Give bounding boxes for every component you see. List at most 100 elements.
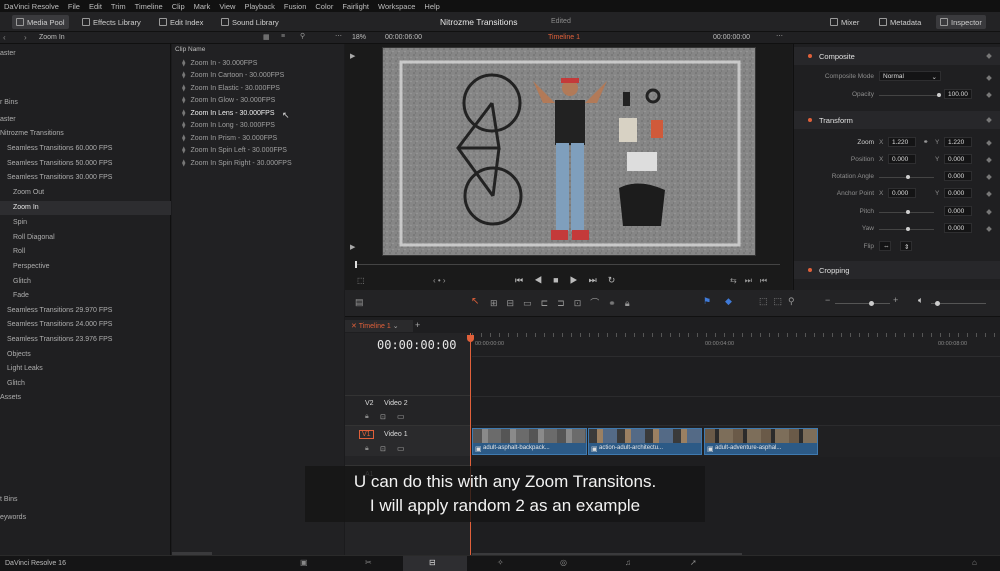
track-visibility-icon[interactable]: ▭	[397, 412, 405, 421]
bin-item[interactable]: Assets	[0, 394, 21, 401]
color-page-icon[interactable]: ◎	[560, 558, 567, 567]
composite-section-header[interactable]: Composite	[794, 47, 1000, 65]
crop-icon[interactable]: ⬚	[357, 276, 365, 285]
more-options-icon[interactable]: ⋯	[776, 32, 783, 40]
playhead-handle[interactable]	[467, 335, 474, 342]
metadata-button[interactable]: Metadata	[875, 15, 925, 29]
bin-item[interactable]: Light Leaks	[7, 365, 43, 372]
viewer-scrubber[interactable]	[355, 264, 780, 265]
timeline-tab[interactable]: ✕ Timeline 1 ⌄	[345, 320, 413, 332]
rotation-knob[interactable]	[906, 175, 910, 179]
clip-item[interactable]: ⧫ Zoom In Spin Left - 30.000FPS	[182, 146, 287, 154]
zoom-in-icon[interactable]: +	[893, 295, 898, 305]
timeline-clip[interactable]: ▣ adult-asphalt-backpack...	[472, 428, 587, 455]
pitch-field[interactable]: 0.000	[944, 206, 972, 216]
clip-item[interactable]: ⧫ Zoom In Cartoon - 30.000FPS	[182, 71, 284, 79]
search-icon[interactable]: ⚲	[300, 32, 305, 40]
inspector-button[interactable]: Inspector	[936, 15, 986, 29]
opacity-slider[interactable]	[879, 95, 939, 96]
volume-knob[interactable]	[935, 301, 940, 306]
timeline-clip[interactable]: ▣ adult-adventure-asphal...	[704, 428, 818, 455]
flag-icon[interactable]: ⚑	[703, 296, 711, 307]
zoom-x-field[interactable]: 1.220	[888, 137, 916, 147]
clip-item[interactable]: ⧫ Zoom In - 30.000FPS	[182, 59, 257, 67]
timeline-ruler[interactable]: 00:00:00:00 00:00:04:00 00:00:08:00	[472, 333, 1000, 357]
edit-page-tab[interactable]: ⊟	[403, 556, 467, 571]
bin-item-selected[interactable]: Zoom In	[0, 201, 171, 215]
marker-icon[interactable]: ◆	[725, 296, 732, 307]
chevron-right-icon[interactable]: ›	[24, 33, 27, 42]
add-timeline-icon[interactable]: +	[415, 320, 420, 330]
bin-item[interactable]: Nitrozme Transitions	[0, 130, 64, 137]
bin-item[interactable]: Zoom Out	[13, 189, 44, 196]
bin-item[interactable]: Seamless Transitions 29.970 FPS	[7, 307, 112, 314]
cut-page-icon[interactable]: ✂	[365, 558, 372, 567]
clip-item[interactable]: ⧫ Zoom In Prism - 30.000FPS	[182, 134, 277, 142]
timeline-selector[interactable]: Timeline 1	[548, 34, 580, 41]
transform-section-header[interactable]: Transform	[794, 111, 1000, 129]
clip-item[interactable]: ⧫ Zoom In Long - 30.000FPS	[182, 121, 275, 129]
play-icon[interactable]: ▶	[570, 275, 589, 285]
bin-item[interactable]: aster	[0, 116, 16, 123]
menu-clip[interactable]: Clip	[172, 2, 185, 11]
anchor-y-field[interactable]: 0.000	[944, 188, 972, 198]
close-icon[interactable]: ✕	[351, 323, 357, 330]
home-icon[interactable]: ⌂	[972, 558, 977, 567]
bin-item[interactable]: Seamless Transitions 30.000 FPS	[7, 174, 112, 181]
bin-item[interactable]: Roll	[13, 248, 25, 255]
viewer-zoom[interactable]: 18%	[352, 34, 366, 41]
keyframe-icon[interactable]	[986, 92, 992, 98]
timeline-clip[interactable]: ▣ action-adult-architectu...	[588, 428, 702, 455]
keyframe-icon[interactable]	[986, 209, 992, 215]
keyframe-icon[interactable]	[986, 174, 992, 180]
more-options-icon[interactable]: ⋯	[335, 32, 342, 40]
chevron-left-icon[interactable]: ‹	[3, 33, 6, 42]
overwrite-clip-icon[interactable]: ⊐	[557, 298, 574, 308]
clip-item-selected[interactable]: ⧫ Zoom In Lens - 30.000FPS	[182, 109, 275, 117]
linked-selection-icon[interactable]: ⚭	[608, 298, 625, 308]
skip-start-icon[interactable]: ⏮	[515, 275, 534, 285]
full-extent-zoom-icon[interactable]: ⬚	[759, 296, 774, 306]
bin-item[interactable]: Seamless Transitions 60.000 FPS	[7, 145, 112, 152]
edit-index-button[interactable]: Edit Index	[155, 15, 207, 29]
effects-library-button[interactable]: Effects Library	[78, 15, 145, 29]
timeline-view-options-icon[interactable]: ▤	[355, 297, 364, 308]
chevron-down-icon[interactable]: ⌄	[393, 323, 399, 330]
menu-fusion[interactable]: Fusion	[284, 2, 307, 11]
selection-tool-icon[interactable]: ↖	[471, 296, 479, 307]
bin-item[interactable]: Roll Diagonal	[13, 234, 55, 241]
zoom-out-icon[interactable]: −	[825, 295, 830, 305]
bin-item[interactable]: Glitch	[13, 278, 31, 285]
rotation-field[interactable]: 0.000	[944, 171, 972, 181]
sound-library-button[interactable]: Sound Library	[217, 15, 283, 29]
menu-help[interactable]: Help	[424, 2, 439, 11]
enable-toggle-icon[interactable]	[808, 54, 812, 58]
first-frame-icon[interactable]: ▶	[350, 52, 355, 60]
speaker-icon[interactable]: 🔈︎	[918, 295, 923, 306]
flip-vertical-icon[interactable]: ⇕	[900, 241, 912, 251]
clip-item[interactable]: ⧫ Zoom In Elastic - 30.000FPS	[182, 84, 280, 92]
insert-clip-icon[interactable]: ⊏	[541, 298, 558, 308]
lock-icon[interactable]: 🔒︎	[625, 298, 639, 308]
bin-item[interactable]: aster	[0, 50, 16, 57]
snapping-icon[interactable]: ⌒	[590, 298, 608, 308]
bin-item[interactable]: Objects	[7, 351, 31, 358]
stop-icon[interactable]: ■	[553, 275, 569, 285]
menu-davinci[interactable]: DaVinci Resolve	[4, 2, 59, 11]
v2-lane[interactable]	[472, 396, 1000, 426]
opacity-field[interactable]: 100.00	[944, 89, 972, 99]
auto-select-icon[interactable]: ⊡	[380, 413, 386, 421]
bin-item[interactable]: Seamless Transitions 50.000 FPS	[7, 160, 112, 167]
menu-view[interactable]: View	[219, 2, 235, 11]
menu-trim[interactable]: Trim	[111, 2, 126, 11]
scrubber-playhead[interactable]	[355, 261, 357, 268]
next-clip-icon[interactable]: ⏭	[745, 276, 760, 285]
bin-item[interactable]: t Bins	[0, 496, 18, 503]
yaw-field[interactable]: 0.000	[944, 223, 972, 233]
enable-toggle-icon[interactable]	[808, 268, 812, 272]
lock-icon[interactable]: 🔒︎	[365, 445, 369, 453]
custom-zoom-icon[interactable]: ⚲	[788, 296, 801, 306]
menu-mark[interactable]: Mark	[194, 2, 211, 11]
prev-clip-icon[interactable]: ⏮	[760, 276, 775, 285]
menu-color[interactable]: Color	[315, 2, 333, 11]
